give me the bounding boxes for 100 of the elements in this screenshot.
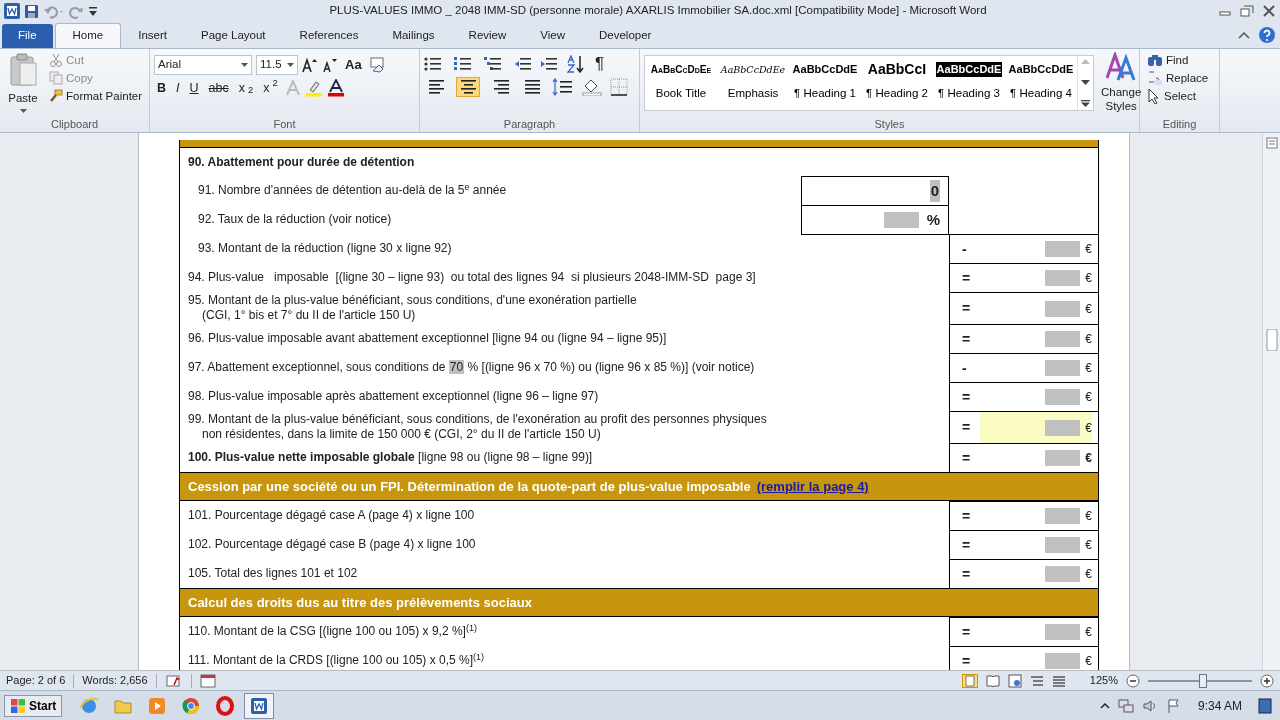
slider-thumb[interactable] bbox=[1198, 673, 1207, 688]
format-button[interactable]: x$^{2}$ bbox=[260, 79, 281, 97]
font-size-field[interactable]: 11.5 bbox=[256, 55, 298, 75]
amount-field[interactable] bbox=[1045, 653, 1081, 669]
style-option[interactable]: AaBbCcDdE ¶ Heading 4 bbox=[1005, 56, 1077, 110]
currency-symbol: € bbox=[1085, 419, 1092, 437]
full-screen-reading-icon[interactable] bbox=[985, 673, 1000, 688]
borders-icon[interactable] bbox=[610, 78, 628, 96]
change-case-button[interactable]: Aa bbox=[342, 56, 365, 74]
align-left-icon bbox=[427, 78, 445, 96]
amount-field[interactable] bbox=[1045, 624, 1081, 640]
amount-field[interactable] bbox=[1045, 566, 1081, 582]
word-logo-icon[interactable] bbox=[4, 3, 20, 19]
find-button[interactable]: Find bbox=[1144, 51, 1212, 69]
format-painter-button[interactable]: Format Painter bbox=[46, 87, 146, 105]
ribbon-tab[interactable]: File bbox=[2, 24, 53, 48]
line-text: 98. Plus-value imposable après abattement exceptionnel (ligne 96 – ligne 97) bbox=[188, 389, 600, 404]
show-desktop-icon[interactable] bbox=[1258, 696, 1272, 715]
window-title: PLUS-VALUES IMMO _ 2048 IMM-SD (personne morale) AXARLIS Immobilier SA.doc.xml [Compatibility Mode] - Microsoft Word bbox=[328, 3, 988, 19]
scroll-thumb-icon[interactable] bbox=[1265, 329, 1278, 351]
style-option[interactable]: AaBbCcDdE ¶ Heading 3 bbox=[933, 56, 1005, 110]
align-center-button[interactable] bbox=[456, 77, 480, 97]
macro-record-icon[interactable] bbox=[199, 673, 216, 688]
change-styles-button[interactable]: Change Styles bbox=[1098, 51, 1145, 116]
value-field[interactable] bbox=[883, 212, 919, 228]
flag-icon[interactable] bbox=[1165, 697, 1182, 714]
format-button[interactable]: U bbox=[186, 79, 202, 97]
amount-field[interactable] bbox=[1045, 450, 1081, 466]
amount-field[interactable] bbox=[1045, 300, 1081, 317]
currency-symbol: € bbox=[1085, 270, 1092, 287]
paste-button[interactable]: Paste bbox=[4, 51, 42, 116]
operator: = bbox=[962, 651, 972, 670]
close-icon[interactable] bbox=[1262, 5, 1276, 17]
line-text: 111. Montant de la CRDS [(ligne 100 ou 105) x 0,5 %]$^{(1)}$ bbox=[188, 653, 486, 668]
sort-icon[interactable] bbox=[566, 55, 584, 73]
print-layout-icon[interactable] bbox=[961, 673, 978, 688]
format-button[interactable]: I bbox=[173, 79, 183, 97]
zoom-in-icon[interactable] bbox=[1260, 673, 1274, 688]
amount-field[interactable] bbox=[1045, 537, 1081, 553]
pointer-icon bbox=[1147, 88, 1161, 104]
amount-field[interactable] bbox=[1045, 270, 1081, 286]
ribbon-tab[interactable]: Mailings bbox=[375, 24, 452, 48]
spelling-check-icon[interactable] bbox=[164, 673, 183, 688]
amount-field[interactable] bbox=[1045, 508, 1081, 524]
draft-icon[interactable] bbox=[1051, 673, 1066, 688]
scroll-down-icon[interactable] bbox=[1081, 79, 1090, 85]
line-text: 110. Montant de la CSG [(ligne 100 ou 105) x 9,2 %]$^{(1)}$ bbox=[188, 624, 478, 639]
ribbon-tab[interactable]: Developer bbox=[582, 24, 669, 48]
help-icon[interactable] bbox=[1258, 26, 1276, 44]
style-option[interactable]: AaBbCcDdEe Book Title bbox=[645, 56, 717, 110]
more-styles-icon[interactable] bbox=[1081, 100, 1090, 107]
show-formatting-button[interactable]: ¶ bbox=[592, 55, 608, 73]
show-hidden-icons-icon[interactable] bbox=[1099, 700, 1110, 711]
media-player-icon bbox=[147, 695, 168, 716]
inline-field[interactable]: 70 bbox=[448, 360, 465, 374]
decrease-indent-icon[interactable] bbox=[514, 56, 532, 72]
highlight-icon[interactable] bbox=[304, 79, 323, 97]
line-text: 94. Plus-value imposable [(ligne 30 – ligne 93) ou total des lignes 94 si plusieurs 2048-IMM-SD page 3] bbox=[188, 270, 757, 285]
amount-field[interactable] bbox=[1045, 419, 1081, 436]
line-spacing-icon[interactable] bbox=[552, 78, 574, 96]
outline-icon[interactable] bbox=[1029, 673, 1044, 688]
amount-field[interactable] bbox=[1045, 241, 1081, 257]
ribbon-tab[interactable]: View bbox=[523, 24, 582, 48]
style-option[interactable]: AaBbCcI ¶ Heading 2 bbox=[861, 56, 933, 110]
ruler-toggle-icon[interactable] bbox=[1265, 137, 1278, 149]
ribbon-tab[interactable]: Insert bbox=[121, 24, 184, 48]
format-button[interactable]: abc bbox=[205, 79, 232, 97]
restore-icon[interactable] bbox=[1240, 5, 1254, 17]
amount-field[interactable] bbox=[1045, 389, 1081, 405]
ribbon-tab[interactable]: Page Layout bbox=[184, 24, 283, 48]
increase-indent-icon[interactable] bbox=[540, 56, 558, 72]
style-option[interactable]: AaBbCcDdEe Emphasis bbox=[717, 56, 789, 110]
start-button[interactable]: Start bbox=[4, 694, 63, 717]
font-name-field[interactable]: Arial bbox=[154, 55, 252, 75]
format-button[interactable]: x$_{2}$ bbox=[235, 79, 257, 97]
replace-button[interactable]: Replace bbox=[1144, 69, 1212, 87]
select-button[interactable]: Select bbox=[1144, 87, 1212, 105]
ribbon-tab[interactable]: References bbox=[282, 24, 376, 48]
grow-font-icon[interactable] bbox=[302, 57, 318, 73]
style-option[interactable]: AaBbCcDdE ¶ Heading 1 bbox=[789, 56, 861, 110]
ribbon-tab[interactable]: Home bbox=[54, 23, 122, 48]
operator: = bbox=[962, 622, 972, 642]
format-button[interactable]: B bbox=[154, 79, 170, 97]
zoom-out-icon[interactable] bbox=[1126, 673, 1140, 688]
clear-formatting-icon[interactable] bbox=[368, 57, 387, 73]
save-icon[interactable] bbox=[24, 3, 39, 19]
speaker-icon[interactable] bbox=[1141, 697, 1158, 714]
collapse-ribbon-icon[interactable] bbox=[1238, 30, 1250, 40]
shading-icon[interactable] bbox=[582, 78, 602, 96]
font-color-icon[interactable] bbox=[326, 79, 345, 97]
amount-field[interactable] bbox=[1045, 360, 1081, 376]
page-link[interactable]: (remplir la page 4) bbox=[756, 476, 869, 497]
ribbon-tab[interactable]: Review bbox=[451, 24, 524, 48]
web-layout-icon[interactable] bbox=[1007, 673, 1022, 688]
shrink-font-icon[interactable] bbox=[322, 57, 338, 73]
taskbar-button[interactable] bbox=[244, 692, 275, 719]
windows-flag-icon bbox=[10, 697, 26, 714]
amount-field[interactable] bbox=[1045, 331, 1081, 347]
value-field[interactable]: 0 bbox=[929, 179, 940, 203]
network-icon[interactable] bbox=[1117, 697, 1134, 714]
